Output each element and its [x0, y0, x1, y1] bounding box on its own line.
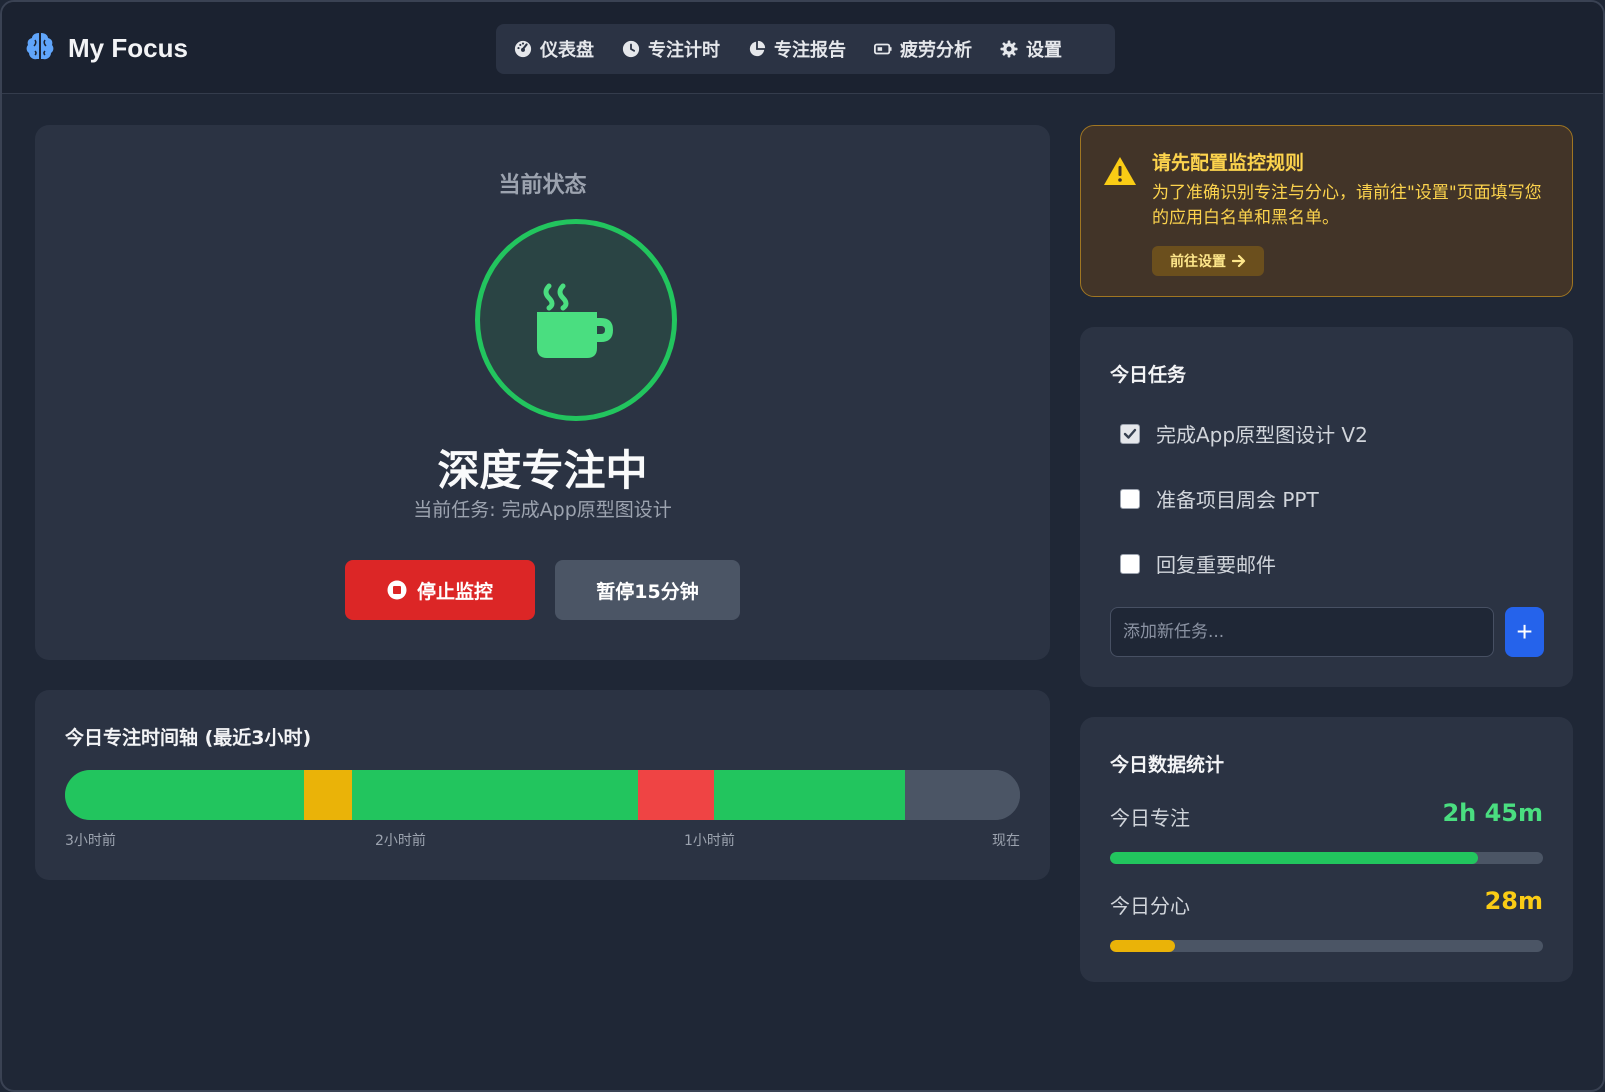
task-label: 完成App原型图设计 V2 — [1156, 423, 1368, 447]
distract-time-value: 28m — [1484, 887, 1543, 915]
stop-circle-icon — [387, 580, 407, 600]
today-tasks-card: 今日任务 完成App原型图设计 V2 准备项目周会 PPT 回复重要邮件 + — [1080, 327, 1573, 687]
nav-fatigue-analysis-label: 疲劳分析 — [900, 40, 972, 61]
task-item: 准备项目周会 PPT — [1120, 484, 1319, 513]
current-task-text: 当前任务: 完成App原型图设计 — [413, 499, 672, 521]
nav-focus-report[interactable]: 专注报告 — [748, 36, 846, 62]
clock-icon — [622, 40, 640, 58]
brain-icon — [24, 30, 56, 66]
status-label: 当前状态 — [498, 173, 587, 198]
focus-time-value: 2h 45m — [1442, 799, 1543, 827]
arrow-right-icon — [1232, 254, 1246, 268]
warning-triangle-icon — [1104, 157, 1136, 185]
timeline-label-3h: 3小时前 — [65, 833, 116, 849]
config-warning-card: 请先配置监控规则 为了准确识别专注与分心，请前往"设置"页面填写您的应用白名单和… — [1080, 125, 1573, 297]
timeline-segment-focus — [714, 770, 906, 820]
gear-icon — [1000, 40, 1018, 58]
current-status-card: 当前状态 深度专注中 当前任务: 完成App原型图设计 停止监控 暂停15分钟 — [35, 125, 1050, 660]
task-item: 回复重要邮件 — [1120, 549, 1276, 578]
timeline-axis-labels: 3小时前 2小时前 1小时前 现在 — [65, 830, 1020, 850]
stop-monitoring-label: 停止监控 — [416, 580, 493, 603]
brand: My Focus — [24, 30, 188, 66]
timeline-segment-focus — [65, 770, 304, 820]
timeline-label-1h: 1小时前 — [684, 833, 735, 849]
status-ring — [475, 219, 677, 421]
stop-monitoring-button[interactable]: 停止监控 — [345, 560, 535, 620]
add-task-button[interactable]: + — [1505, 607, 1544, 657]
nav-dashboard-label: 仪表盘 — [540, 40, 594, 61]
checkmark-icon — [1123, 428, 1137, 439]
timeline-bar — [65, 770, 1020, 820]
status-title: 深度专注中 — [437, 446, 648, 495]
today-stats-card: 今日数据统计 今日专注 2h 45m 今日分心 28m — [1080, 717, 1573, 982]
nav-focus-timer[interactable]: 专注计时 — [622, 36, 720, 62]
tasks-title: 今日任务 — [1110, 364, 1187, 386]
task-label: 准备项目周会 PPT — [1156, 488, 1319, 512]
timeline-segment-focus — [351, 770, 638, 820]
timeline-title: 今日专注时间轴 (最近3小时) — [65, 727, 312, 749]
coffee-cup-icon — [537, 283, 613, 358]
pause-15min-button[interactable]: 暂停15分钟 — [555, 560, 740, 620]
app-window: My Focus 仪表盘 专注计时 专注报告 疲劳分析 设置 当前状态 深度专注… — [0, 0, 1605, 1092]
distract-progress-fill — [1110, 940, 1175, 952]
gauge-icon — [514, 40, 532, 58]
nav-dashboard[interactable]: 仪表盘 — [514, 36, 594, 62]
task-item: 完成App原型图设计 V2 — [1120, 419, 1368, 448]
top-bar: My Focus 仪表盘 专注计时 专注报告 疲劳分析 设置 — [2, 2, 1603, 94]
task-label: 回复重要邮件 — [1156, 553, 1276, 577]
distract-time-label: 今日分心 — [1110, 894, 1190, 918]
timeline-label-now: 现在 — [992, 833, 1020, 849]
focus-time-label: 今日专注 — [1110, 806, 1190, 830]
focus-timeline-card: 今日专注时间轴 (最近3小时) 3小时前 2小时前 1小时前 现在 — [35, 690, 1050, 880]
task-checkbox[interactable] — [1120, 488, 1140, 509]
focus-progress-track — [1110, 852, 1543, 864]
stats-title: 今日数据统计 — [1110, 754, 1225, 776]
distract-progress-track — [1110, 940, 1543, 952]
nav-settings-label: 设置 — [1026, 40, 1062, 61]
battery-icon — [874, 43, 892, 55]
warning-title: 请先配置监控规则 — [1152, 152, 1305, 174]
go-to-settings-button[interactable]: 前往设置 — [1152, 246, 1264, 276]
task-checkbox[interactable] — [1120, 423, 1140, 444]
pie-chart-icon — [749, 40, 766, 57]
nav-focus-timer-label: 专注计时 — [648, 40, 720, 61]
task-checkbox[interactable] — [1120, 553, 1140, 574]
new-task-input[interactable] — [1110, 607, 1494, 657]
app-title: My Focus — [68, 32, 188, 63]
nav-focus-report-label: 专注报告 — [774, 40, 846, 61]
go-to-settings-label: 前往设置 — [1170, 254, 1226, 270]
warning-text: 为了准确识别专注与分心，请前往"设置"页面填写您的应用白名单和黑名单。 — [1152, 183, 1542, 228]
timeline-segment-none — [905, 770, 1020, 820]
timeline-segment-off-task — [638, 770, 715, 820]
timeline-label-2h: 2小时前 — [375, 833, 426, 849]
timeline-segment-distract — [303, 770, 352, 820]
main-nav: 仪表盘 专注计时 专注报告 疲劳分析 设置 — [496, 24, 1115, 74]
nav-settings[interactable]: 设置 — [1000, 36, 1062, 62]
nav-fatigue-analysis[interactable]: 疲劳分析 — [874, 36, 972, 62]
focus-progress-fill — [1110, 852, 1479, 864]
